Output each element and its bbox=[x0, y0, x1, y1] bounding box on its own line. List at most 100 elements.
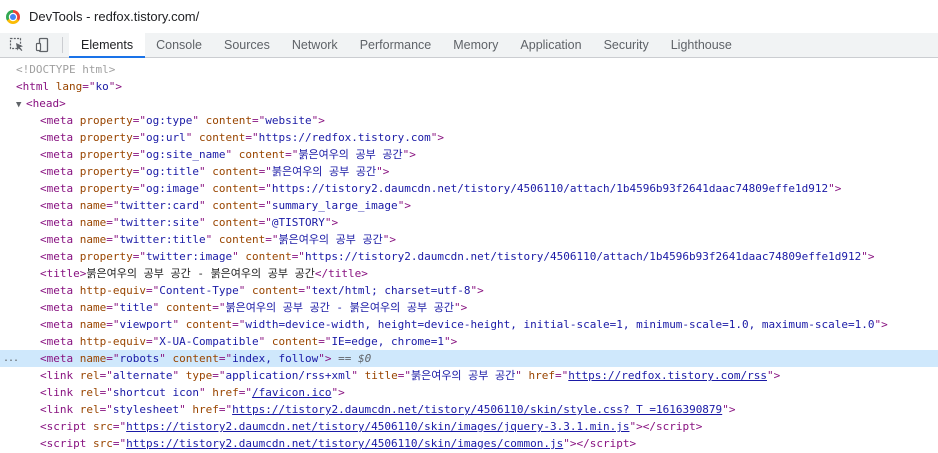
attr-value: og:type bbox=[145, 114, 193, 127]
dom-node-markup: <meta name="twitter:site" content="@TIST… bbox=[40, 216, 339, 229]
attr-name: content bbox=[185, 318, 233, 331]
tag-name: link bbox=[46, 369, 74, 382]
tag-name: meta bbox=[46, 216, 74, 229]
panel-tabs: Elements Console Sources Network Performance… bbox=[69, 33, 743, 58]
doctype-row[interactable]: <!DOCTYPE html> bbox=[0, 61, 938, 78]
tab-memory[interactable]: Memory bbox=[442, 33, 509, 57]
tag-name: meta bbox=[46, 335, 74, 348]
toolbar-divider bbox=[62, 37, 63, 53]
attr-name: content bbox=[212, 199, 259, 212]
doctype: <!DOCTYPE html> bbox=[16, 63, 116, 76]
tab-performance[interactable]: Performance bbox=[349, 33, 443, 57]
attr-value: 붉은여우의 공부 공간 bbox=[298, 148, 403, 161]
attr-name: title bbox=[364, 369, 398, 382]
attr-name: name bbox=[79, 352, 107, 365]
attr-name: lang bbox=[55, 80, 83, 93]
attr-value: stylesheet bbox=[112, 403, 180, 416]
dom-node-row[interactable]: <meta name="twitter:card" content="summa… bbox=[0, 197, 938, 214]
window-title: DevTools - redfox.tistory.com/ bbox=[29, 9, 200, 24]
attr-name: content bbox=[212, 182, 259, 195]
selected-node-marker: == $0 bbox=[338, 352, 372, 365]
dom-node-row[interactable]: <meta name="twitter:title" content="붉은여우… bbox=[0, 231, 938, 248]
attr-name: content bbox=[245, 250, 292, 263]
attr-name: http-equiv bbox=[79, 284, 146, 297]
attr-name: content bbox=[251, 284, 299, 297]
attr-name: name bbox=[79, 199, 107, 212]
attr-name: name bbox=[79, 233, 107, 246]
attr-value: alternate bbox=[112, 369, 173, 382]
tab-lighthouse[interactable]: Lighthouse bbox=[660, 33, 743, 57]
attr-link[interactable]: https://redfox.tistory.com/rss bbox=[568, 369, 767, 382]
dom-node-markup: <script src="https://tistory2.daumcdn.ne… bbox=[40, 437, 637, 450]
attr-value: 붉은여우의 공부 공간 - 붉은여우의 공부 공간 bbox=[225, 301, 455, 314]
attr-value: Content-Type bbox=[159, 284, 239, 297]
attr-link[interactable]: /favicon.ico bbox=[252, 386, 331, 399]
dom-node-row[interactable]: <meta property="og:type" content="websit… bbox=[0, 112, 938, 129]
tag-name: link bbox=[46, 403, 74, 416]
dom-node-markup: <meta property="og:title" content="붉은여우의… bbox=[40, 165, 390, 178]
tab-network[interactable]: Network bbox=[281, 33, 349, 57]
inspect-element-icon[interactable] bbox=[4, 33, 30, 57]
dom-node-row[interactable]: <meta http-equiv="Content-Type" content=… bbox=[0, 282, 938, 299]
dom-node-row[interactable]: ... <meta name="robots" content="index, f… bbox=[0, 350, 938, 367]
attr-value: summary_large_image bbox=[271, 199, 398, 212]
device-toolbar-icon[interactable] bbox=[30, 33, 56, 57]
tag-name: title bbox=[46, 267, 80, 280]
tag-name: meta bbox=[46, 352, 74, 365]
dom-node-row[interactable]: <meta name="title" content="붉은여우의 공부 공간 … bbox=[0, 299, 938, 316]
dom-node-markup: <script src="https://tistory2.daumcdn.ne… bbox=[40, 420, 703, 433]
dom-node-row[interactable]: <meta property="og:url" content="https:/… bbox=[0, 129, 938, 146]
dom-node-markup: <meta name="twitter:card" content="summa… bbox=[40, 199, 411, 212]
dom-node-markup: <!DOCTYPE html> bbox=[16, 61, 115, 78]
html-node-row[interactable]: <html lang="ko"> bbox=[0, 78, 938, 95]
dom-node-row[interactable]: <meta name="viewport" content="width=dev… bbox=[0, 316, 938, 333]
head-node-row[interactable]: ▼ <head> bbox=[0, 95, 938, 112]
tab-sources[interactable]: Sources bbox=[213, 33, 281, 57]
tab-application[interactable]: Application bbox=[509, 33, 592, 57]
attr-value: IE=edge, chrome=1 bbox=[331, 335, 445, 348]
dom-node-markup: <html lang="ko"> bbox=[16, 80, 122, 93]
attr-link[interactable]: https://tistory2.daumcdn.net/tistory/450… bbox=[126, 420, 629, 433]
dom-node-row[interactable]: <meta http-equiv="X-UA-Compatible" conte… bbox=[0, 333, 938, 350]
attr-name: content bbox=[212, 216, 259, 229]
dom-node-row[interactable]: <link rel="alternate" type="application/… bbox=[0, 367, 938, 384]
dom-node-row[interactable]: <meta name="twitter:site" content="@TIST… bbox=[0, 214, 938, 231]
dom-node-row[interactable]: <meta property="twitter:image" content="… bbox=[0, 248, 938, 265]
dom-node-row[interactable]: <link rel="shortcut icon" href="/favicon… bbox=[0, 384, 938, 401]
tab-security[interactable]: Security bbox=[593, 33, 660, 57]
tag-name: meta bbox=[46, 114, 74, 127]
attr-name: content bbox=[218, 233, 266, 246]
attr-value: og:image bbox=[145, 182, 199, 195]
dom-node-row[interactable]: <script src="https://tistory2.daumcdn.ne… bbox=[0, 435, 938, 452]
attr-value: twitter:site bbox=[119, 216, 199, 229]
attr-value: og:site_name bbox=[145, 148, 226, 161]
tab-console[interactable]: Console bbox=[145, 33, 213, 57]
attr-link[interactable]: https://tistory2.daumcdn.net/tistory/450… bbox=[126, 437, 563, 450]
dom-node-row[interactable]: <link rel="stylesheet" href="https://tis… bbox=[0, 401, 938, 418]
tag-name: meta bbox=[46, 233, 74, 246]
tag-name: meta bbox=[46, 148, 74, 161]
node-actions-ellipsis[interactable]: ... bbox=[3, 350, 19, 367]
dom-node-markup: <meta property="og:type" content="websit… bbox=[40, 114, 325, 127]
attr-name: name bbox=[79, 216, 107, 229]
tag-name: link bbox=[46, 386, 74, 399]
tab-elements[interactable]: Elements bbox=[69, 33, 146, 58]
dom-node-row[interactable]: <meta property="og:title" content="붉은여우의… bbox=[0, 163, 938, 180]
elements-tree[interactable]: <!DOCTYPE html> <html lang="ko"> ▼ <head> <m… bbox=[0, 58, 938, 453]
dom-node-markup: <meta name="viewport" content="width=dev… bbox=[40, 318, 888, 331]
attr-value: website bbox=[265, 114, 312, 127]
dom-node-row[interactable]: <meta property="og:site_name" content="붉… bbox=[0, 146, 938, 163]
dom-node-markup: <link rel="stylesheet" href="https://tis… bbox=[40, 403, 736, 416]
attr-value: shortcut icon bbox=[112, 386, 199, 399]
dom-node-row[interactable]: <meta property="og:image" content="https… bbox=[0, 180, 938, 197]
attr-name: content bbox=[172, 352, 219, 365]
tag-name: meta bbox=[46, 199, 74, 212]
attr-name: property bbox=[79, 250, 133, 263]
dom-node-row[interactable]: <script src="https://tistory2.daumcdn.ne… bbox=[0, 418, 938, 435]
dom-node-markup: <meta property="og:url" content="https:/… bbox=[40, 131, 445, 144]
attr-value: width=device-width, height=device-height… bbox=[245, 318, 875, 331]
dom-node-row[interactable]: <title>붉은여우의 공부 공간 - 붉은여우의 공부 공간</title> bbox=[0, 265, 938, 282]
attr-name: type bbox=[185, 369, 213, 382]
attr-value: https://tistory2.daumcdn.net/tistory/450… bbox=[304, 250, 862, 263]
attr-link[interactable]: https://tistory2.daumcdn.net/tistory/450… bbox=[232, 403, 722, 416]
